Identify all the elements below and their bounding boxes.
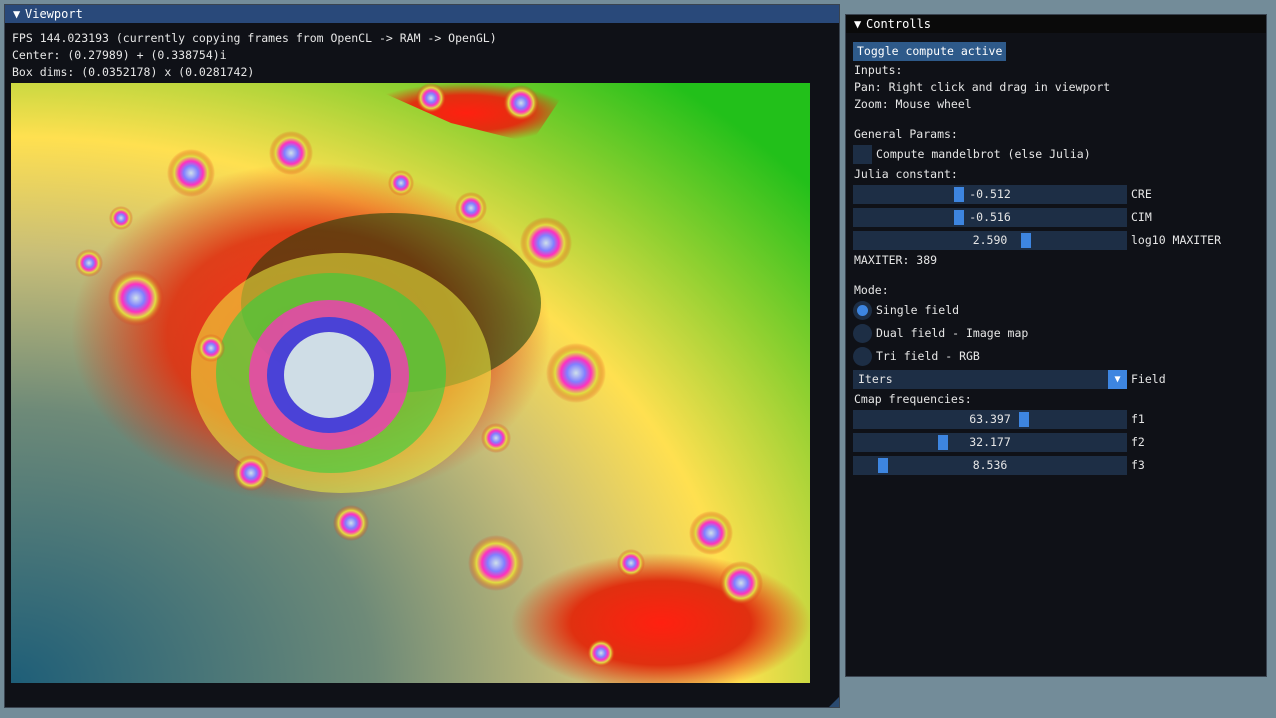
chevron-down-icon[interactable]: ▼ [1108, 370, 1127, 389]
resize-grip[interactable] [829, 697, 839, 707]
maxiter-slider[interactable]: 2.590 [853, 231, 1127, 250]
mode-header: Mode: [854, 283, 889, 297]
viewport-title-bar[interactable]: ▼ Viewport [5, 5, 839, 23]
cim-label: CIM [1131, 210, 1152, 224]
fractal-image [11, 83, 810, 683]
controls-title: Controlls [866, 17, 932, 31]
toggle-compute-button[interactable]: Toggle compute active [853, 42, 1007, 61]
cim-value: -0.516 [969, 210, 1011, 224]
collapse-triangle-icon[interactable]: ▼ [13, 5, 25, 23]
cre-label: CRE [1131, 187, 1152, 201]
cre-value: -0.512 [969, 187, 1011, 201]
f2-label: f2 [1131, 435, 1145, 449]
fps-text: FPS 144.023193 (currently copying frames… [12, 31, 497, 45]
controls-window: ▼ Controlls Toggle compute active Inputs:… [845, 14, 1267, 677]
f3-label: f3 [1131, 458, 1145, 472]
pan-instructions: Pan: Right click and drag in viewport [854, 80, 1111, 94]
f3-value: 8.536 [972, 458, 1008, 472]
mode-label-dual: Dual field - Image map [876, 326, 1029, 340]
maxiter-slider-value: 2.590 [972, 233, 1008, 247]
box-dims-text: Box dims: (0.0352178) x (0.0281742) [12, 65, 255, 79]
julia-constant-header: Julia constant: [854, 167, 958, 181]
center-text: Center: (0.27989) + (0.338754)i [12, 48, 227, 62]
inputs-header: Inputs: [854, 63, 903, 77]
mode-radio-dual[interactable] [853, 324, 872, 343]
viewport-window: ▼ Viewport FPS 144.023193 (currently copy… [4, 4, 840, 708]
mandelbrot-checkbox[interactable] [853, 145, 872, 164]
f1-value: 63.397 [969, 412, 1011, 426]
mode-radio-single[interactable] [853, 301, 872, 320]
cre-slider[interactable]: -0.512 [853, 185, 1127, 204]
zoom-instructions: Zoom: Mouse wheel [854, 97, 972, 111]
f3-slider[interactable]: 8.536 [853, 456, 1127, 475]
maxiter-text: MAXITER: 389 [854, 253, 938, 267]
f2-value: 32.177 [969, 435, 1011, 449]
mode-label-single: Single field [876, 303, 960, 317]
field-label: Field [1131, 372, 1166, 386]
mode-label-tri: Tri field - RGB [876, 349, 980, 363]
field-combo[interactable]: Iters ▼ [853, 370, 1127, 389]
controls-title-bar[interactable]: ▼ Controlls [846, 15, 1266, 33]
general-params-header: General Params: [854, 127, 958, 141]
mandelbrot-checkbox-label: Compute mandelbrot (else Julia) [876, 147, 1091, 161]
f2-slider[interactable]: 32.177 [853, 433, 1127, 452]
cmap-header: Cmap frequencies: [854, 392, 972, 406]
fractal-canvas[interactable] [11, 83, 810, 683]
f1-slider[interactable]: 63.397 [853, 410, 1127, 429]
maxiter-slider-label: log10 MAXITER [1131, 233, 1222, 247]
mode-radio-tri[interactable] [853, 347, 872, 366]
f1-label: f1 [1131, 412, 1145, 426]
collapse-triangle-icon[interactable]: ▼ [854, 15, 866, 33]
viewport-title: Viewport [25, 7, 83, 21]
field-combo-value: Iters [858, 372, 893, 386]
cim-slider[interactable]: -0.516 [853, 208, 1127, 227]
